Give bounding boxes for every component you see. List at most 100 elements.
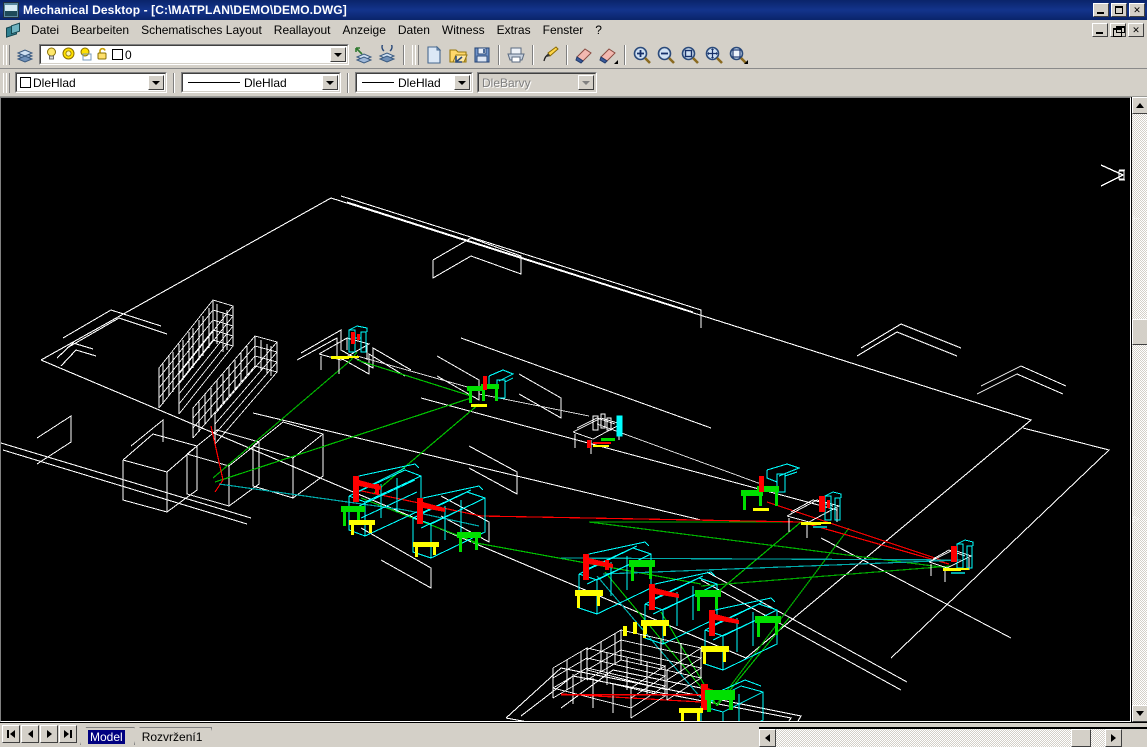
- zoom-in-button[interactable]: [630, 43, 654, 66]
- tab-model-label: Model: [90, 730, 123, 744]
- layer-combo[interactable]: 0: [39, 44, 349, 65]
- tab-layout1[interactable]: Rozvržení1: [134, 727, 213, 745]
- layer-properties-button[interactable]: [13, 43, 37, 66]
- linetype-preview-icon: [186, 77, 242, 88]
- linetype-value-text: DleHlad: [244, 75, 287, 90]
- status-bar: Model Rozvržení1: [0, 722, 1147, 747]
- tab-navigation: [0, 723, 77, 743]
- menu-item-schematisches-layout[interactable]: Schematisches Layout: [135, 21, 268, 40]
- close-button[interactable]: [1129, 3, 1145, 17]
- menu-item-anzeige[interactable]: Anzeige: [337, 21, 392, 40]
- color-value-text: DleHlad: [33, 75, 76, 90]
- tab-model[interactable]: Model: [80, 727, 135, 745]
- tab-prev-button[interactable]: [21, 725, 39, 743]
- layout-tabs: Model Rozvržení1: [80, 723, 211, 745]
- new-file-button[interactable]: [422, 43, 446, 66]
- resize-corner[interactable]: [1122, 729, 1147, 747]
- menu-item-witness[interactable]: Witness: [436, 21, 491, 40]
- drawing-viewport[interactable]: [0, 97, 1131, 722]
- lineweight-combo-arrow[interactable]: [454, 75, 470, 90]
- menu-item-datei[interactable]: Datei: [25, 21, 65, 40]
- toolbar-separator-5: [624, 44, 626, 65]
- tab-first-button[interactable]: [2, 725, 20, 743]
- eraser-button[interactable]: [572, 43, 596, 66]
- zoom-out-button[interactable]: [654, 43, 678, 66]
- eraser-options-button[interactable]: [596, 43, 620, 66]
- toolbar-separator-1: [403, 44, 405, 65]
- toolbar-separator-6: [173, 72, 175, 93]
- menu-item-fenster[interactable]: Fenster: [537, 21, 590, 40]
- layer-combo-arrow[interactable]: [330, 47, 346, 62]
- cad-canvas[interactable]: [1, 98, 1130, 721]
- toolbar-grip-standard[interactable]: [411, 44, 419, 66]
- vertical-scrollbar[interactable]: ⊢ ▷: [1131, 97, 1147, 722]
- scroll-down-button[interactable]: [1132, 705, 1147, 722]
- menu-item-bearbeiten[interactable]: Bearbeiten: [65, 21, 135, 40]
- freeze-viewport-icon[interactable]: [78, 46, 93, 63]
- title-bar: Mechanical Desktop - [C:\MATPLAN\DEMO\DE…: [0, 0, 1147, 20]
- vscroll-thumb[interactable]: [1132, 319, 1147, 345]
- mdi-minimize-button[interactable]: [1092, 23, 1108, 37]
- layer-color-swatch: [112, 49, 123, 60]
- hscroll-track[interactable]: [776, 729, 1147, 747]
- scroll-up-button[interactable]: [1132, 97, 1147, 114]
- open-file-button[interactable]: [446, 43, 470, 66]
- lightbulb-icon[interactable]: [44, 46, 59, 63]
- save-file-button[interactable]: [470, 43, 494, 66]
- linetype-combo-arrow[interactable]: [322, 75, 338, 90]
- minimize-button[interactable]: [1093, 3, 1109, 17]
- plotstyle-combo: DleBarvy: [477, 72, 597, 93]
- linetype-combo[interactable]: DleHlad: [181, 72, 341, 93]
- color-combo[interactable]: DleHlad: [15, 72, 167, 93]
- application-window: Mechanical Desktop - [C:\MATPLAN\DEMO\DE…: [0, 0, 1147, 747]
- maximize-button[interactable]: [1111, 3, 1127, 17]
- lineweight-preview-icon: [360, 77, 396, 88]
- toolbar-row-properties: DleHlad DleHlad DleHlad DleBarvy: [0, 69, 1147, 97]
- menu-bar: Datei Bearbeiten Schematisches Layout Re…: [0, 20, 1147, 41]
- layer-previous-button[interactable]: [375, 43, 399, 66]
- sun-icon[interactable]: [61, 46, 76, 63]
- zoom-previous-button[interactable]: [726, 43, 750, 66]
- dropdown-arrow-icon[interactable]: [744, 60, 748, 64]
- color-combo-arrow[interactable]: [148, 75, 164, 90]
- menu-item-reallayout[interactable]: Reallayout: [268, 21, 337, 40]
- print-button[interactable]: [504, 43, 528, 66]
- pan-realtime-button[interactable]: [702, 43, 726, 66]
- drawing-area-wrap: ⊢ ▷: [0, 97, 1147, 722]
- mdi-window-controls: [1092, 23, 1144, 37]
- plotstyle-value-text: DleBarvy: [482, 75, 531, 90]
- menu-item-extras[interactable]: Extras: [491, 21, 537, 40]
- toolbar-grip-layers[interactable]: [2, 44, 10, 66]
- toolbar-separator-7: [347, 72, 349, 93]
- mdi-restore-button[interactable]: [1110, 23, 1126, 37]
- scroll-right-button[interactable]: [1105, 729, 1122, 747]
- dropdown-arrow-icon[interactable]: [614, 60, 618, 64]
- toolbar-separator-2: [498, 44, 500, 65]
- color-swatch-icon: [20, 77, 31, 88]
- toolbar-separator-3: [532, 44, 534, 65]
- tab-layout1-label: Rozvržení1: [141, 730, 203, 744]
- ucs-marker-top-icon: ⊢: [1133, 215, 1140, 224]
- window-title: Mechanical Desktop - [C:\MATPLAN\DEMO\DE…: [23, 3, 347, 17]
- tab-next-button[interactable]: [40, 725, 58, 743]
- toolbar-grip-properties[interactable]: [2, 72, 10, 94]
- menu-item-daten[interactable]: Daten: [392, 21, 436, 40]
- horizontal-scrollbar[interactable]: [759, 727, 1147, 747]
- vscroll-track[interactable]: [1132, 114, 1147, 705]
- hscroll-thumb[interactable]: [1071, 729, 1091, 747]
- mdi-close-button[interactable]: [1128, 23, 1144, 37]
- document-icon: [4, 22, 20, 38]
- ucs-marker-bottom-icon: ▷: [1133, 515, 1140, 524]
- lineweight-value-text: DleHlad: [398, 75, 441, 90]
- scroll-left-button[interactable]: [759, 729, 776, 747]
- padlock-icon[interactable]: [95, 46, 110, 63]
- toolbar-row-layers-standard: 0: [0, 41, 1147, 69]
- tab-last-button[interactable]: [59, 725, 77, 743]
- zoom-window-button[interactable]: [678, 43, 702, 66]
- window-controls: [1093, 3, 1145, 17]
- layer-name-text: 0: [125, 47, 132, 62]
- pencil-button[interactable]: [538, 43, 562, 66]
- lineweight-combo[interactable]: DleHlad: [355, 72, 473, 93]
- make-object-layer-current-button[interactable]: [351, 43, 375, 66]
- menu-item-help[interactable]: ?: [589, 21, 608, 40]
